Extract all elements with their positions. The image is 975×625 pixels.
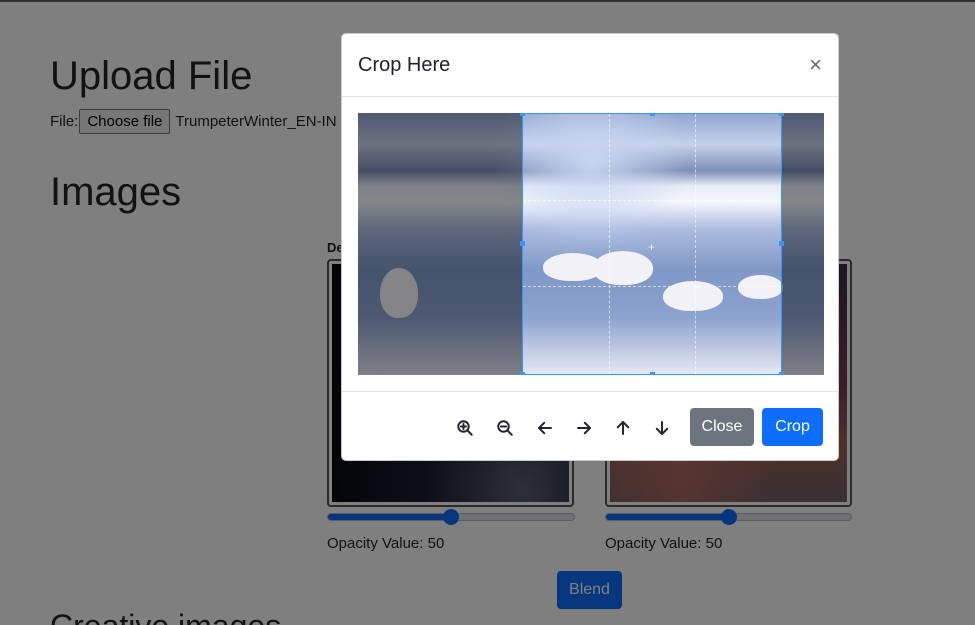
zoom-out-icon [497, 420, 513, 436]
modal-header: Crop Here × [342, 34, 838, 97]
crop-button[interactable]: Crop [762, 408, 823, 446]
crop-guide-line [523, 286, 781, 287]
move-up-button[interactable] [609, 414, 637, 442]
crop-handle-e[interactable] [779, 241, 784, 246]
zoom-out-button[interactable] [491, 414, 519, 442]
crop-modal: Crop Here × + Close Crop [341, 33, 839, 461]
crop-guide-line [523, 200, 781, 201]
modal-footer: Close Crop [342, 391, 838, 461]
crop-handle-w[interactable] [520, 241, 525, 246]
crop-canvas[interactable]: + [358, 113, 824, 375]
arrow-right-icon [577, 421, 591, 435]
crop-handle-s[interactable] [650, 372, 655, 375]
move-left-button[interactable] [531, 414, 559, 442]
crop-dim-left [358, 113, 522, 375]
move-right-button[interactable] [570, 414, 598, 442]
zoom-in-icon [457, 420, 473, 436]
crop-guide-line [609, 114, 610, 374]
crop-dim-right [782, 113, 824, 375]
crop-handle-ne[interactable] [779, 113, 784, 116]
crop-selection-box[interactable]: + [520, 113, 784, 375]
crop-guide-line [695, 114, 696, 374]
crop-center-icon: + [648, 240, 656, 254]
arrow-up-icon [616, 421, 630, 435]
arrow-down-icon [655, 421, 669, 435]
modal-title: Crop Here [358, 53, 451, 76]
crop-handle-sw[interactable] [520, 372, 525, 375]
move-down-button[interactable] [648, 414, 676, 442]
page: Upload File File: Choose file TrumpeterW… [0, 0, 975, 625]
zoom-in-button[interactable] [451, 414, 479, 442]
close-icon[interactable]: × [809, 54, 822, 76]
crop-handle-se[interactable] [779, 372, 784, 375]
close-button[interactable]: Close [690, 408, 754, 446]
crop-handle-nw[interactable] [520, 113, 525, 116]
crop-handle-n[interactable] [650, 113, 655, 116]
arrow-left-icon [538, 421, 552, 435]
